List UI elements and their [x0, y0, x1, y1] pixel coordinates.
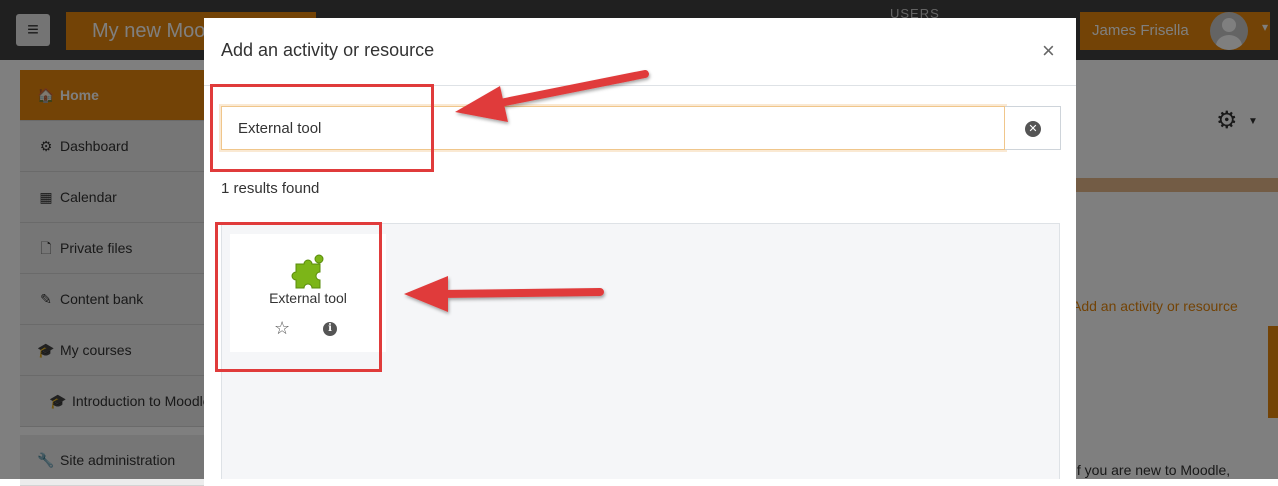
modal-title: Add an activity or resource — [221, 40, 435, 60]
result-highlight-box — [215, 222, 382, 372]
clear-search-icon: ✕ — [1025, 121, 1041, 137]
clear-search-button[interactable]: ✕ — [1005, 106, 1061, 150]
close-icon[interactable]: × — [1042, 38, 1055, 64]
modal-header: Add an activity or resource × — [204, 18, 1076, 86]
results-count: 1 results found — [221, 180, 320, 197]
search-highlight-box — [210, 84, 434, 172]
